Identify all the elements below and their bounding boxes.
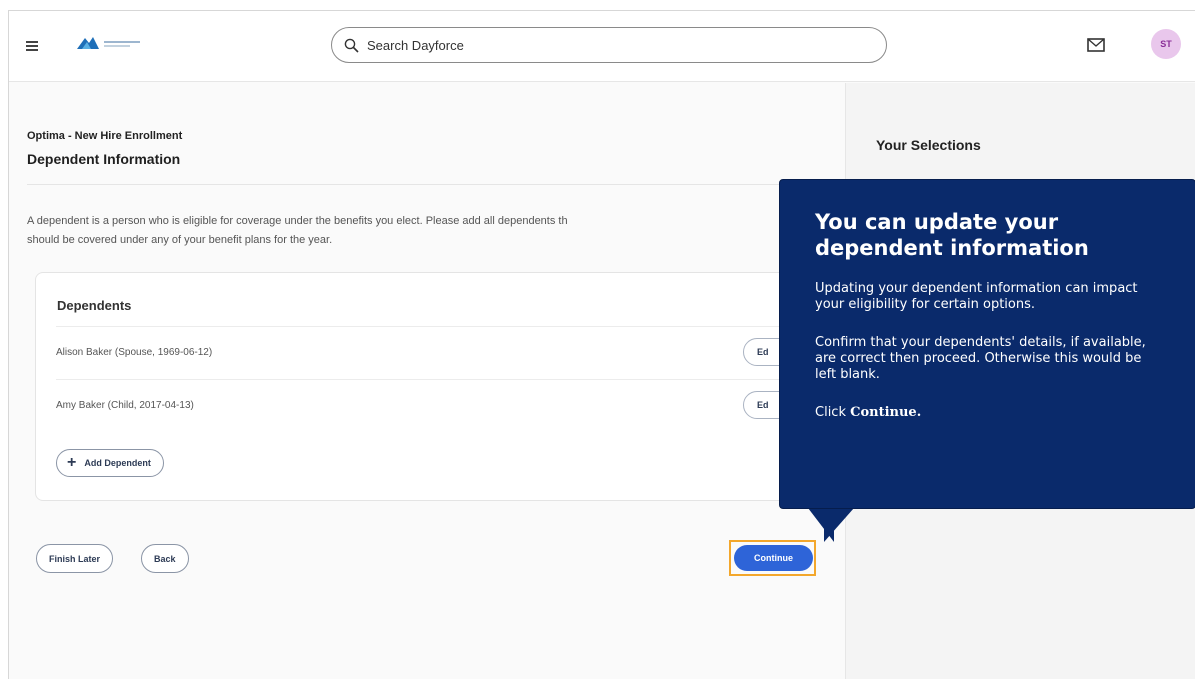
dependent-row: Amy Baker (Child, 2017-04-13) Ed [56,379,806,431]
dependents-card-title: Dependents [57,298,132,313]
main-content: Optima - New Hire Enrollment Dependent I… [9,83,845,679]
add-dependent-button[interactable]: + Add Dependent [56,449,164,477]
tooltip-paragraph-1: Updating your dependent information can … [815,281,1138,312]
top-header: ST [9,11,1195,82]
back-button[interactable]: Back [141,544,189,573]
add-dependent-label: Add Dependent [84,458,151,468]
breadcrumb: Optima - New Hire Enrollment [27,130,183,142]
tooltip-cta-bold: Continue. [850,405,922,420]
divider [27,184,827,185]
dependent-name: Amy Baker (Child, 2017-04-13) [56,400,194,411]
dependents-card: Dependents Alison Baker (Spouse, 1969-06… [35,272,825,501]
search-icon [344,38,359,53]
continue-button[interactable]: Continue [734,545,813,571]
tooltip-title: You can update your dependent informatio… [815,210,1089,260]
plus-icon: + [67,454,77,471]
finish-later-button[interactable]: Finish Later [36,544,114,573]
page-description: A dependent is a person who is eligible … [27,212,787,250]
tooltip-call-to-action: Click Continue. [815,405,1162,420]
continue-highlight: Continue [729,540,816,576]
guide-tooltip: You can update your dependent informatio… [779,179,1195,509]
description-line-2: should be covered under any of your bene… [27,234,333,246]
page-title: Dependent Information [27,151,181,167]
search-input[interactable] [367,37,847,53]
user-avatar[interactable]: ST [1151,29,1181,59]
dependent-name: Alison Baker (Spouse, 1969-06-12) [56,347,213,358]
tooltip-paragraph-2: Confirm that your dependents' details, i… [815,335,1146,382]
mail-icon[interactable] [1087,38,1105,52]
selections-title: Your Selections [876,137,981,153]
search-bar[interactable] [331,27,887,63]
app-frame: ST Optima - New Hire Enrollment Dependen… [8,10,1195,679]
company-logo[interactable] [71,33,153,53]
hamburger-menu-icon[interactable] [26,41,38,51]
description-line-1: A dependent is a person who is eligible … [27,215,568,227]
tooltip-pointer-fill [824,508,854,542]
dependent-row: Alison Baker (Spouse, 1969-06-12) Ed [56,326,806,378]
tooltip-cta-prefix: Click [815,405,851,420]
